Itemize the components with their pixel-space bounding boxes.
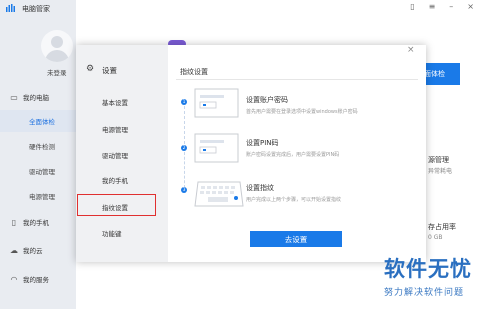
active-nav-highlight [77,194,156,216]
nav-my-phone[interactable]: 我的手机 [102,175,128,185]
step-description: 首先用户需要在登录选项中设置windows账户密码 [246,109,358,115]
step-connector [183,106,185,144]
window-controls: ▯≡–× [410,2,488,11]
close-icon[interactable]: × [467,2,488,11]
watermark-slogan: 努力解决软件问题 [384,288,465,298]
sidebar-sub-full-exam[interactable]: 全面体检 [0,110,76,132]
app-logo-icon [6,4,15,12]
go-settings-button[interactable]: 去设置 [250,231,342,247]
app-title: 电脑管家 [22,5,50,13]
nav-basic-settings[interactable]: 基本设置 [102,97,128,107]
nav-power-manage[interactable]: 电源管理 [102,124,128,134]
sidebar-item-my-cloud[interactable]: ☁ 我的云 [0,239,76,261]
keyboard-illustration-icon [194,181,244,207]
step-number: 2 [181,145,187,151]
step-number: 1 [181,99,187,105]
nav-driver-manage[interactable]: 驱动管理 [102,150,128,160]
gear-icon: ⚙ [86,64,95,74]
sidebar-item-my-computer[interactable]: ▭ 我的电脑 [0,86,76,108]
close-icon[interactable]: × [407,45,415,55]
storage-title: 存占用率 [428,223,456,231]
storage-sub: 0 GB [428,234,443,241]
pin-illustration-icon [194,133,239,163]
dialog-title: 设置 [102,66,117,75]
password-illustration-icon [194,88,239,118]
step-title: 设置指纹 [246,184,274,192]
phone-icon: ▯ [11,217,17,227]
headset-icon: ◠ [10,274,18,284]
sidebar-item-my-service[interactable]: ◠ 我的服务 › [0,268,103,290]
panel-title: 指纹设置 [180,68,208,76]
step-description: 用户完成以上两个步骤，可以开始设置指纹 [246,197,342,203]
step-number: 3 [181,187,187,193]
step-title: 设置账户密码 [246,96,288,104]
power-manage-title: 源管理 [428,156,449,164]
step-title: 设置PIN码 [246,139,279,147]
sidebar-sub-driver[interactable]: 驱动管理 [0,160,76,182]
sidebar-sub-power[interactable]: 电源管理 [0,185,76,207]
sidebar-item-label: 我的电脑 [23,94,49,102]
login-status-label[interactable]: 未登录 [47,67,67,77]
sidebar-item-label: 我的云 [23,247,43,255]
cloud-icon: ☁ [10,245,18,255]
step-description: 账户密码设置完成后，用户需要设置PIN码 [246,152,340,158]
nav-function-key[interactable]: 功能键 [102,228,122,238]
divider [176,79,418,80]
sidebar-item-my-phone[interactable]: ▯ 我的手机 [0,211,76,233]
laptop-icon: ▭ [10,92,18,102]
watermark-logo: 软件无忧 [384,257,472,281]
minimize-icon[interactable]: – [449,2,467,11]
menu-icon[interactable]: ≡ [429,2,450,11]
sidebar-item-label: 我的服务 [23,276,49,284]
phone-icon[interactable]: ▯ [410,2,428,11]
avatar[interactable] [41,30,73,62]
sidebar-sub-hardware[interactable]: 硬件检测 [0,135,76,157]
step-connector [183,152,185,188]
power-manage-sub: 异常耗电 [428,168,453,175]
sidebar-item-label: 我的手机 [23,219,49,227]
